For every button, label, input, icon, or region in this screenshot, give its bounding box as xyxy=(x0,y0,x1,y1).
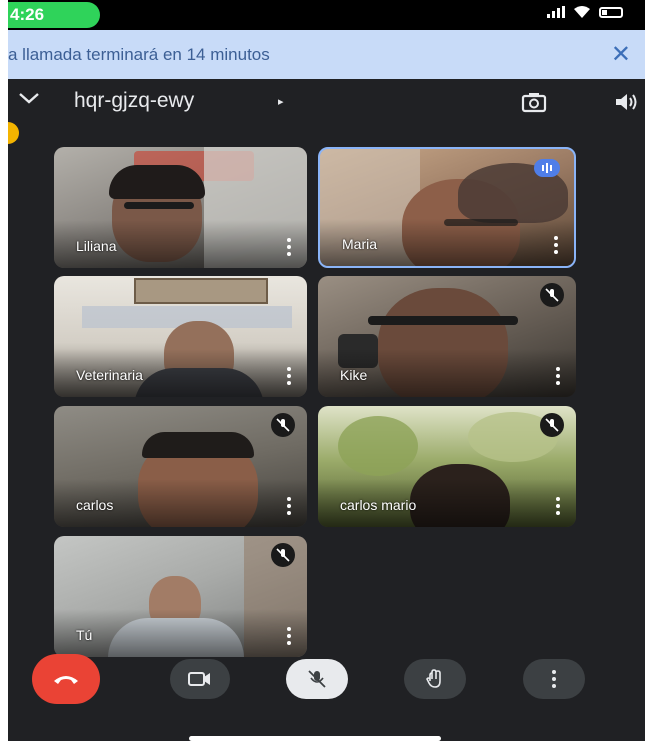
participant-tile-maria[interactable]: Maria xyxy=(318,147,576,268)
mic-off-icon xyxy=(308,670,326,688)
mic-off-icon xyxy=(271,543,295,567)
more-options-icon[interactable] xyxy=(287,238,293,256)
mic-off-icon xyxy=(271,413,295,437)
participant-tile-liliana[interactable]: Liliana xyxy=(54,147,307,268)
raise-hand-icon xyxy=(426,669,441,688)
participant-tile-carlos[interactable]: carlos xyxy=(54,406,307,527)
banner-text: a llamada terminará en 14 minutos xyxy=(8,45,270,64)
microphone-button[interactable] xyxy=(286,659,348,699)
status-bar: 4:26 xyxy=(8,0,645,30)
participant-name: Veterinaria xyxy=(76,367,143,383)
more-options-icon[interactable] xyxy=(287,497,293,515)
time-indicator[interactable]: 4:26 xyxy=(8,2,100,28)
camera-button[interactable] xyxy=(170,659,230,699)
meeting-header: hqr-gjzq-ewy ▸ xyxy=(8,79,645,127)
home-indicator[interactable] xyxy=(189,736,441,741)
more-options-button[interactable] xyxy=(523,659,585,699)
chevron-down-icon[interactable] xyxy=(18,91,40,105)
speaker-icon[interactable] xyxy=(613,91,639,113)
wifi-icon xyxy=(574,6,590,18)
more-options-icon[interactable] xyxy=(287,367,293,385)
speaking-indicator-icon xyxy=(534,159,560,177)
participant-tile-veterinaria[interactable]: Veterinaria xyxy=(54,276,307,397)
call-time-banner: a llamada terminará en 14 minutos ✕ xyxy=(8,30,645,79)
more-options-icon[interactable] xyxy=(287,627,293,645)
battery-icon xyxy=(599,6,623,18)
participant-name: Kike xyxy=(340,367,368,383)
more-options-icon[interactable] xyxy=(554,236,560,254)
more-options-icon xyxy=(552,670,556,688)
more-options-icon[interactable] xyxy=(556,497,562,515)
participant-name: carlos mario xyxy=(340,497,417,513)
participant-name: carlos xyxy=(76,497,114,513)
camera-icon xyxy=(188,672,210,686)
close-icon[interactable]: ✕ xyxy=(611,30,631,79)
participant-name: Maria xyxy=(342,236,378,252)
mic-off-icon xyxy=(540,283,564,307)
end-call-button[interactable] xyxy=(32,654,100,704)
meeting-details-arrow-icon[interactable]: ▸ xyxy=(278,95,284,108)
mic-off-icon xyxy=(540,413,564,437)
end-call-icon xyxy=(54,676,78,684)
participant-tile-carlos-mario[interactable]: carlos mario xyxy=(318,406,576,527)
participant-tile-kike[interactable]: Kike xyxy=(318,276,576,397)
meeting-code[interactable]: hqr-gjzq-ewy xyxy=(74,89,194,113)
more-options-icon[interactable] xyxy=(556,367,562,385)
meet-screen: 4:26 a llamada terminará en 14 minutos ✕… xyxy=(8,0,645,741)
switch-camera-icon[interactable] xyxy=(521,91,547,113)
participant-name: Liliana xyxy=(76,238,117,254)
participant-tile-self[interactable]: Tú xyxy=(54,536,307,657)
participant-name: Tú xyxy=(76,627,93,643)
status-icons xyxy=(547,6,623,18)
call-controls xyxy=(8,654,645,741)
signal-icon xyxy=(547,6,565,18)
raise-hand-button[interactable] xyxy=(404,659,466,699)
